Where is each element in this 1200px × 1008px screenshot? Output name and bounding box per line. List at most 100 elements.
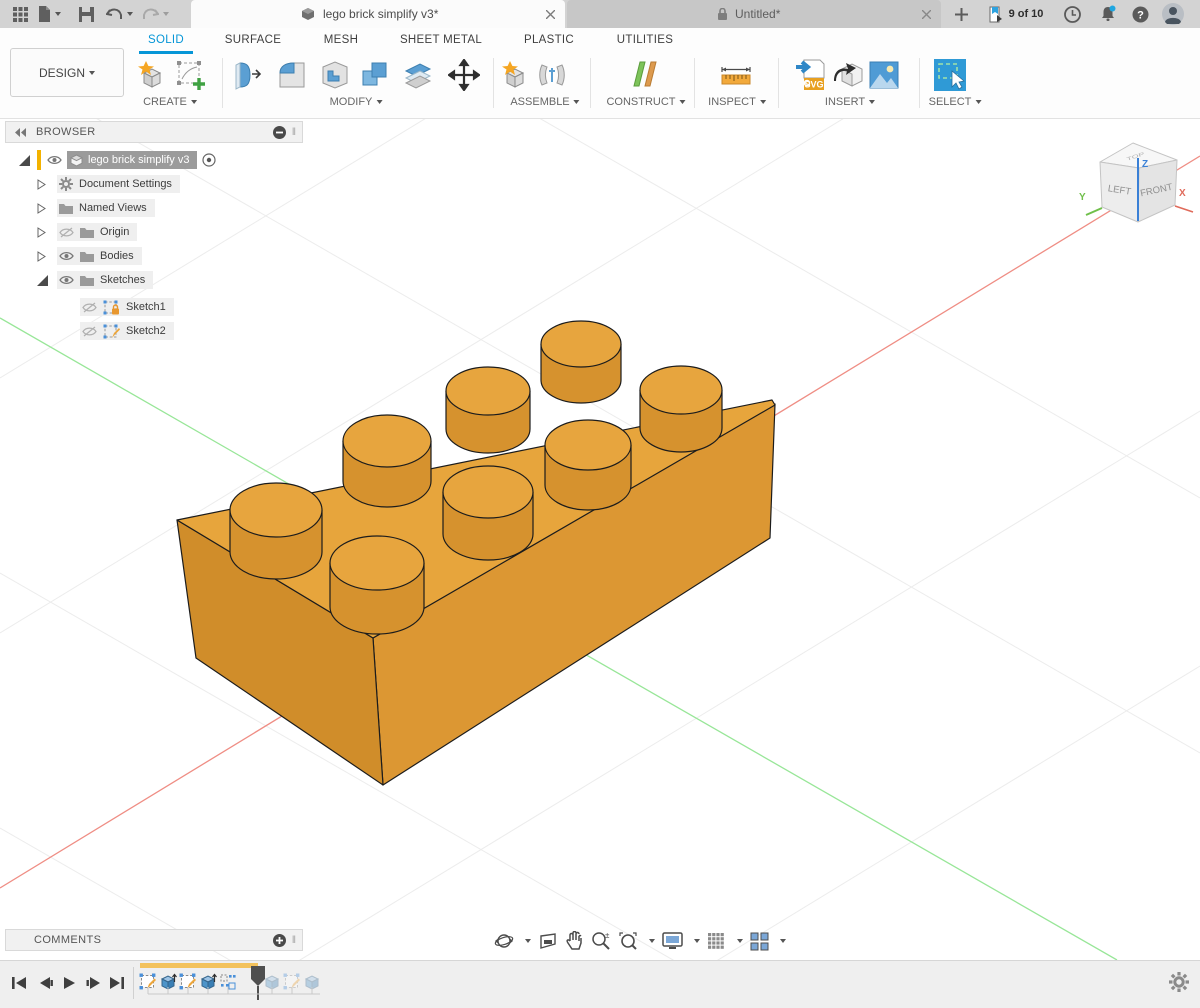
collapsed-triangle-icon[interactable] xyxy=(36,203,47,214)
account-avatar[interactable] xyxy=(1158,0,1188,28)
timeline-step-back-button[interactable] xyxy=(34,971,56,995)
browser-item-origin[interactable]: Origin xyxy=(36,222,137,242)
clock-icon[interactable] xyxy=(1060,0,1084,28)
document-tab-active[interactable]: lego brick simplify v3* xyxy=(191,0,565,28)
tab-solid[interactable]: SOLID xyxy=(148,34,184,46)
press-pull-button[interactable] xyxy=(231,58,265,92)
tab-plastic[interactable]: PLASTIC xyxy=(524,34,574,46)
fillet-button[interactable] xyxy=(275,58,309,92)
browser-item-sketches[interactable]: Sketches xyxy=(36,270,153,290)
app-grid-icon[interactable] xyxy=(8,0,32,28)
browser-panel-header[interactable]: BROWSER ‖ xyxy=(5,121,303,143)
pan-icon[interactable] xyxy=(565,931,584,951)
tab-utilities[interactable]: UTILITIES xyxy=(617,34,673,46)
insert-canvas-button[interactable] xyxy=(867,58,901,92)
lego-brick-body[interactable] xyxy=(177,321,775,785)
collapsed-triangle-icon[interactable] xyxy=(36,179,47,190)
display-settings-icon[interactable] xyxy=(662,932,683,951)
modify-group-label[interactable]: MODIFY xyxy=(330,96,383,108)
tab-sheet-metal[interactable]: SHEET METAL xyxy=(400,34,482,46)
view-cube[interactable]: TOP LEFT FRONT Z Y X xyxy=(1079,143,1193,222)
visibility-eye-icon[interactable] xyxy=(59,275,74,285)
job-status-icon[interactable] xyxy=(985,0,1007,28)
browser-item-bodies[interactable]: Bodies xyxy=(36,246,142,266)
browser-item-label: Named Views xyxy=(79,202,147,214)
file-menu-icon[interactable] xyxy=(33,0,65,28)
eye-off-icon[interactable] xyxy=(59,227,74,238)
browser-item-sketch1[interactable]: Sketch1 xyxy=(80,297,174,317)
browser-item-document-settings[interactable]: Document Settings xyxy=(36,174,180,194)
redo-icon[interactable] xyxy=(138,0,172,28)
document-tab-inactive[interactable]: Untitled* xyxy=(567,0,941,28)
move-copy-button[interactable] xyxy=(447,58,481,92)
create-sketch-button[interactable] xyxy=(174,58,208,92)
construct-group-label[interactable]: CONSTRUCT xyxy=(606,96,685,108)
notifications-bell-icon[interactable] xyxy=(1096,0,1120,28)
offset-face-button[interactable] xyxy=(401,58,435,92)
help-icon[interactable]: ? xyxy=(1128,0,1152,28)
collapse-panel-icon[interactable] xyxy=(15,128,27,137)
joint-button[interactable] xyxy=(535,58,569,92)
browser-root-row[interactable]: lego brick simplify v3 xyxy=(18,150,216,170)
expand-triangle-icon[interactable] xyxy=(18,154,31,167)
tab-mesh[interactable]: MESH xyxy=(324,34,358,46)
visibility-eye-icon[interactable] xyxy=(47,155,62,165)
eye-off-icon[interactable] xyxy=(82,326,97,337)
insert-svg-button[interactable]: SVG xyxy=(793,58,827,92)
close-tab-icon[interactable] xyxy=(546,10,555,19)
add-comment-icon[interactable] xyxy=(273,934,286,947)
panel-drag-handle[interactable]: ‖ xyxy=(292,127,296,138)
fit-view-icon[interactable] xyxy=(618,931,638,951)
insert-group-label[interactable]: INSERT xyxy=(825,96,875,108)
browser-item-sketch2[interactable]: Sketch2 xyxy=(80,321,174,341)
group-divider xyxy=(919,58,920,108)
timeline-settings-gear-icon[interactable] xyxy=(1168,971,1190,993)
select-group-label[interactable]: SELECT xyxy=(929,96,982,108)
look-at-icon[interactable] xyxy=(538,932,558,950)
close-tab-icon[interactable] xyxy=(922,10,931,19)
new-tab-icon[interactable] xyxy=(948,0,974,28)
shell-button[interactable] xyxy=(318,58,352,92)
inspect-group-label[interactable]: INSPECT xyxy=(708,96,766,108)
timeline-step-forward-button[interactable] xyxy=(82,971,104,995)
save-icon[interactable] xyxy=(74,0,98,28)
select-button[interactable] xyxy=(933,58,967,92)
viewports-icon[interactable] xyxy=(750,932,769,951)
grid-settings-icon[interactable] xyxy=(707,932,726,951)
orbit-menu-caret[interactable] xyxy=(525,939,531,943)
tab-surface[interactable]: SURFACE xyxy=(225,34,281,46)
active-doc-marker xyxy=(37,150,41,170)
root-document-pill[interactable]: lego brick simplify v3 xyxy=(67,151,197,169)
create-primitive-button[interactable] xyxy=(135,58,169,92)
timeline-go-to-end-button[interactable] xyxy=(106,971,128,995)
zoom-icon[interactable]: ± xyxy=(591,931,611,951)
comments-panel-header[interactable]: COMMENTS ‖ xyxy=(5,929,303,951)
create-group-label[interactable]: CREATE xyxy=(143,96,197,108)
display-menu-caret[interactable] xyxy=(694,939,700,943)
assemble-group-label[interactable]: ASSEMBLE xyxy=(510,96,579,108)
viewports-menu-caret[interactable] xyxy=(780,939,786,943)
insert-mesh-button[interactable] xyxy=(831,58,865,92)
panel-drag-handle[interactable]: ‖ xyxy=(292,935,296,946)
collapsed-triangle-icon[interactable] xyxy=(36,227,47,238)
timeline-go-to-start-button[interactable] xyxy=(8,971,30,995)
undo-icon[interactable] xyxy=(102,0,136,28)
fit-menu-caret[interactable] xyxy=(649,939,655,943)
combine-button[interactable] xyxy=(358,58,392,92)
browser-item-named-views[interactable]: Named Views xyxy=(36,198,155,218)
viewport-canvas[interactable]: TOP LEFT FRONT Z Y X xyxy=(0,118,1200,960)
activate-radio-icon[interactable] xyxy=(202,153,216,167)
minimize-panel-icon[interactable] xyxy=(273,126,286,139)
expand-triangle-icon[interactable] xyxy=(36,274,49,287)
measure-button[interactable] xyxy=(718,58,752,92)
design-menu-button[interactable]: DESIGN xyxy=(10,48,124,97)
construct-plane-button[interactable] xyxy=(628,58,662,92)
orbit-icon[interactable] xyxy=(494,931,514,951)
new-component-button[interactable] xyxy=(498,58,532,92)
eye-off-icon[interactable] xyxy=(82,302,97,313)
timeline-play-button[interactable] xyxy=(58,971,80,995)
visibility-eye-icon[interactable] xyxy=(59,251,74,261)
job-status-count[interactable]: 9 of 10 xyxy=(1006,0,1046,28)
grid-menu-caret[interactable] xyxy=(737,939,743,943)
collapsed-triangle-icon[interactable] xyxy=(36,251,47,262)
